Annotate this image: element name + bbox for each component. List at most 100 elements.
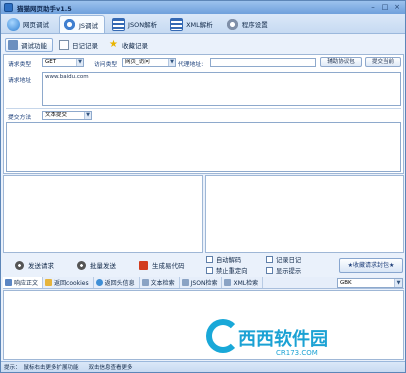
- chevron-down-icon: ▼: [168, 59, 175, 66]
- watermark-subtext: CR173.COM: [276, 349, 318, 357]
- request-type-value: GET: [45, 59, 57, 65]
- proxy-label: 代理地址:: [178, 62, 204, 68]
- subtab-label: 日记记录: [72, 41, 98, 50]
- status-bar: 提示： 鼠标右击更多扩展功能 双击信息查看更多: [1, 361, 405, 372]
- tab-return-cookies[interactable]: 返回cookies: [43, 277, 94, 288]
- batch-send-label: 批量发送: [90, 262, 116, 270]
- send-request-button[interactable]: 发送请求: [15, 260, 54, 270]
- tab-web-debug[interactable]: 网页调试: [4, 15, 55, 33]
- grid-icon: [112, 17, 126, 31]
- sub-tab-bar: 调试功能 日记记录 ★ 收藏记录: [1, 36, 405, 53]
- tab-label: 程序设置: [241, 21, 268, 29]
- tab-text-search[interactable]: 文本检索: [140, 277, 180, 288]
- gear-icon: [63, 18, 76, 31]
- tab-js-debug[interactable]: JS调试: [59, 15, 106, 33]
- protocol-helper-button[interactable]: 辅助协议包: [320, 57, 362, 67]
- url-label: 请求地址: [8, 78, 32, 84]
- tab-json-search[interactable]: JSON检索: [180, 277, 223, 288]
- tab-return-headers[interactable]: 返回头信息: [94, 277, 140, 288]
- checkbox-box: [206, 267, 213, 274]
- subtab-log-record[interactable]: 日记记录: [57, 38, 103, 52]
- globe-icon: [7, 17, 20, 31]
- submit-current-button[interactable]: 提交当前: [365, 57, 401, 67]
- checkbox-label: 禁止重定向: [216, 268, 248, 275]
- chevron-down-icon: ▼: [76, 59, 83, 66]
- debug-icon: [8, 39, 18, 50]
- access-type-select[interactable]: 网页_访问 ▼: [122, 58, 176, 67]
- main-tab-bar: 网页调试 JS调试 JSON解析 XML解析 程序设置: [1, 14, 405, 34]
- tab-label: 返回cookies: [54, 280, 89, 287]
- globe-icon: [95, 279, 103, 286]
- search-icon: [141, 279, 149, 286]
- tab-xml-parse[interactable]: XML解析: [167, 15, 219, 33]
- watermark-text: 西西软件园: [238, 329, 328, 350]
- tab-label: XML检索: [233, 280, 259, 287]
- tab-label: JS调试: [79, 21, 99, 30]
- tab-label: 网页调试: [23, 21, 49, 29]
- close-button[interactable]: ×: [391, 3, 403, 12]
- batch-send-button[interactable]: 批量发送: [77, 260, 116, 270]
- post-data-textarea[interactable]: [6, 122, 401, 172]
- checkbox-box: [266, 267, 273, 274]
- search-icon: [224, 279, 232, 286]
- app-logo-icon: [4, 3, 13, 12]
- tab-label: 文本检索: [150, 280, 175, 287]
- code-icon: [139, 260, 148, 270]
- subtab-favorites[interactable]: ★ 收藏记录: [107, 38, 153, 52]
- url-textarea[interactable]: www.baidu.com: [42, 72, 401, 106]
- submit-method-select[interactable]: 文本提交 ▼: [42, 111, 92, 120]
- tab-label: XML解析: [186, 21, 213, 29]
- minimize-button[interactable]: –: [367, 3, 379, 12]
- request-form: 请求类型 GET ▼ 访问类型 网页_访问 ▼ 代理地址: 辅助协议包 提交当前…: [3, 54, 404, 174]
- send-request-label: 发送请求: [28, 262, 54, 270]
- tab-json-parse[interactable]: JSON解析: [109, 15, 163, 33]
- settings-icon: [225, 17, 239, 31]
- favorite-request-button[interactable]: ★收藏请求封包★: [339, 258, 403, 273]
- encoding-value: GBK: [340, 280, 352, 286]
- generate-code-label: 生成易代码: [152, 262, 185, 270]
- watermark-logo-icon: [206, 319, 240, 353]
- response-left-panel[interactable]: [3, 175, 203, 253]
- tab-program-settings[interactable]: 程序设置: [223, 15, 274, 33]
- tab-xml-search[interactable]: XML检索: [222, 277, 264, 288]
- status-message: 双击信息查看更多: [88, 365, 133, 371]
- generate-code-button[interactable]: 生成易代码: [139, 260, 185, 270]
- request-type-select[interactable]: GET ▼: [42, 58, 84, 67]
- folder-icon: [45, 279, 53, 286]
- app-window: 猫猫网页助手v1.5 – □ × 网页调试 JS调试 JSON解析 XML解析 …: [0, 0, 406, 373]
- subtab-label: 调试功能: [21, 41, 47, 50]
- subtab-debug-function[interactable]: 调试功能: [5, 37, 53, 52]
- subtab-label: 收藏记录: [122, 41, 148, 50]
- submit-method-value: 文本提交: [45, 112, 68, 118]
- grid-icon: [170, 17, 184, 31]
- checkbox-box: [266, 256, 273, 263]
- document-icon: [5, 279, 12, 286]
- chevron-down-icon: ▼: [84, 112, 91, 119]
- status-prefix: 提示：: [4, 365, 21, 371]
- checkbox-label: 自动解码: [216, 257, 242, 264]
- show-hint-checkbox[interactable]: 显示提示: [266, 266, 301, 275]
- tab-response-body[interactable]: 响应正文: [3, 277, 44, 288]
- access-type-value: 网页_访问: [125, 59, 150, 65]
- search-icon: [181, 279, 189, 286]
- response-right-panel[interactable]: [205, 175, 404, 253]
- access-type-label: 访问类型: [94, 62, 118, 68]
- title-bar: 猫猫网页助手v1.5 – □ ×: [1, 1, 405, 14]
- status-message: 鼠标右击更多扩展功能: [23, 365, 79, 371]
- submit-method-label: 提交方法: [8, 115, 32, 121]
- tab-label: JSON检索: [190, 280, 218, 287]
- auto-decode-checkbox[interactable]: 自动解码: [206, 255, 241, 264]
- no-redirect-checkbox[interactable]: 禁止重定向: [206, 266, 247, 275]
- play-icon: [77, 260, 86, 270]
- watermark: 西西软件园 CR173.COM: [206, 319, 366, 363]
- action-row: 发送请求 批量发送 生成易代码 自动解码 记录日记 禁止重定向 显示提示 ★收藏…: [3, 254, 404, 276]
- play-icon: [15, 260, 24, 270]
- tab-label: 响应正文: [14, 280, 39, 287]
- record-log-checkbox[interactable]: 记录日记: [266, 255, 301, 264]
- maximize-button[interactable]: □: [379, 3, 391, 12]
- tab-label: 返回头信息: [104, 280, 135, 287]
- proxy-input[interactable]: [210, 58, 316, 67]
- note-icon: [59, 39, 69, 50]
- encoding-select[interactable]: GBK ▼: [337, 278, 403, 288]
- request-type-label: 请求类型: [8, 62, 32, 68]
